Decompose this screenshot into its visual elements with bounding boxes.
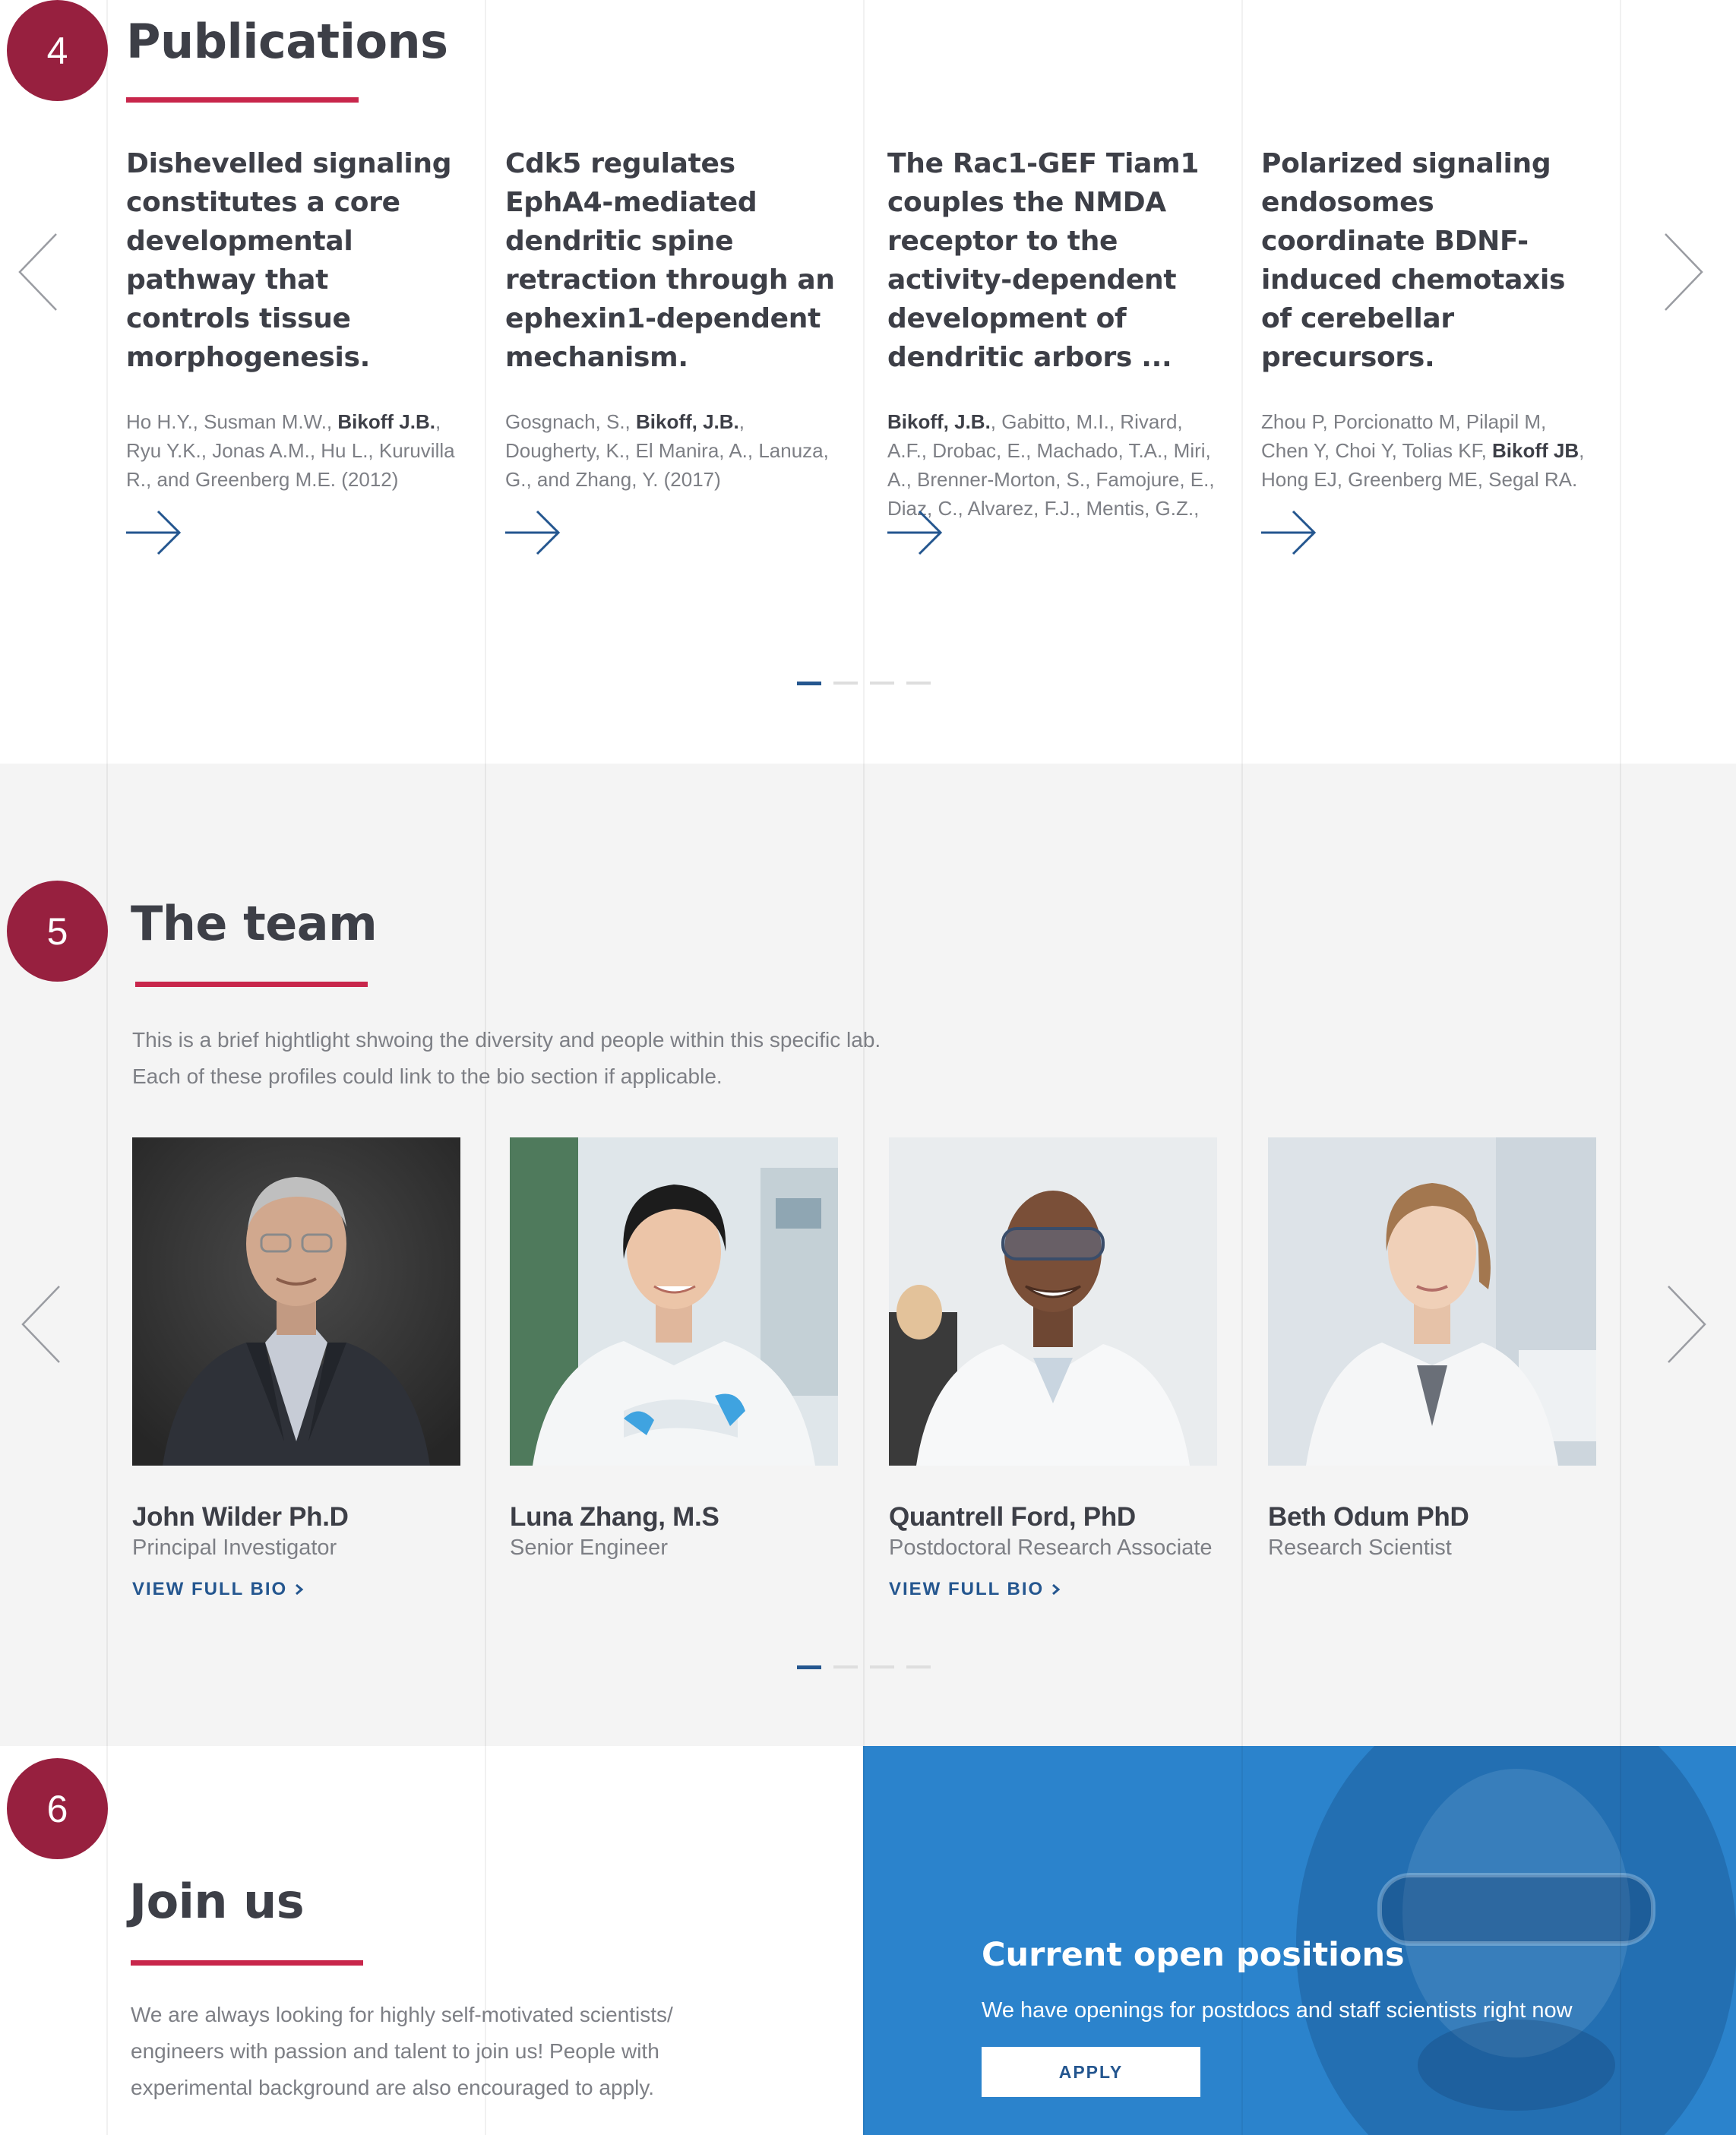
- team-next-arrow[interactable]: [1665, 1285, 1708, 1364]
- publication-read-more[interactable]: [886, 509, 944, 556]
- publication-title[interactable]: Dishevelled signaling constitutes a core…: [126, 144, 460, 377]
- team-member-card[interactable]: Luna Zhang, M.S Senior Engineer: [510, 1137, 838, 1561]
- publication-read-more[interactable]: [125, 509, 182, 556]
- member-role: Postdoctoral Research Associate: [889, 1536, 1213, 1560]
- portrait-image: [1268, 1137, 1596, 1466]
- portrait-image: [132, 1137, 460, 1466]
- member-name: Beth Odum PhD: [1268, 1502, 1469, 1532]
- pagination-dot[interactable]: [870, 1665, 894, 1668]
- chevron-left-icon: [21, 1286, 60, 1363]
- open-positions-title: Current open positions: [982, 1936, 1405, 1974]
- team-title: The team: [131, 896, 378, 951]
- pagination-dot[interactable]: [870, 682, 894, 685]
- chevron-small-right-icon: [295, 1583, 304, 1596]
- arrow-right-icon: [887, 510, 943, 555]
- publications-pagination: [797, 682, 931, 685]
- arrow-right-icon: [505, 510, 561, 555]
- join-description: We are always looking for highly self-mo…: [131, 2003, 673, 2099]
- publication-card[interactable]: Polarized signaling endosomes coordinate…: [1261, 144, 1595, 523]
- member-photo[interactable]: [510, 1137, 838, 1466]
- view-full-bio-link[interactable]: VIEW FULL BIO: [889, 1579, 1061, 1600]
- publication-authors: Ho H.Y., Susman M.W., Bikoff J.B., Ryu Y…: [126, 410, 455, 491]
- pagination-dot[interactable]: [833, 682, 858, 685]
- publication-authors: Bikoff, J.B., Gabitto, M.I., Rivard, A.F…: [887, 410, 1215, 520]
- join-section: 6 Join us We are always looking for high…: [0, 1746, 1736, 2135]
- member-photo[interactable]: [889, 1137, 1217, 1466]
- apply-button[interactable]: APPLY: [982, 2047, 1200, 2097]
- team-underline: [135, 982, 368, 987]
- publication-title[interactable]: Polarized signaling endosomes coordinate…: [1261, 144, 1595, 377]
- team-section: 5 The team This is a brief hightlight sh…: [0, 764, 1736, 1746]
- view-full-bio-link[interactable]: VIEW FULL BIO: [132, 1579, 305, 1600]
- publications-next-arrow[interactable]: [1662, 232, 1705, 312]
- pagination-dot[interactable]: [833, 1665, 858, 1668]
- team-member-card[interactable]: John Wilder Ph.D Principal Investigator …: [132, 1137, 460, 1600]
- step-badge-4: 4: [7, 0, 108, 101]
- chevron-small-right-icon: [1051, 1583, 1061, 1596]
- team-member-card[interactable]: Quantrell Ford, PhD Postdoctoral Researc…: [889, 1137, 1217, 1600]
- pagination-dot[interactable]: [797, 1665, 821, 1669]
- team-pagination: [797, 1665, 931, 1669]
- portrait-image: [889, 1137, 1217, 1466]
- member-name: Quantrell Ford, PhD: [889, 1502, 1136, 1532]
- member-photo[interactable]: [132, 1137, 460, 1466]
- publication-read-more[interactable]: [504, 509, 561, 556]
- pagination-dot[interactable]: [797, 682, 821, 685]
- member-name: Luna Zhang, M.S: [510, 1502, 719, 1532]
- step-badge-5: 5: [7, 881, 108, 982]
- team-intro: This is a brief hightlight shwoing the d…: [132, 1022, 881, 1095]
- join-title: Join us: [129, 1874, 305, 1929]
- publication-card[interactable]: Dishevelled signaling constitutes a core…: [126, 144, 460, 523]
- team-intro-line: This is a brief hightlight shwoing the d…: [132, 1028, 881, 1052]
- member-role: Research Scientist: [1268, 1536, 1452, 1560]
- portrait-image: [510, 1137, 838, 1466]
- step-badge-6: 6: [7, 1758, 108, 1859]
- publication-card[interactable]: Cdk5 regulates EphA4-mediated dendritic …: [505, 144, 840, 523]
- open-positions-panel: Current open positions We have openings …: [863, 1746, 1736, 2135]
- team-member-card[interactable]: Beth Odum PhD Research Scientist: [1268, 1137, 1596, 1561]
- publications-underline: [126, 97, 359, 103]
- publication-authors: Gosgnach, S., Bikoff, J.B., Dougherty, K…: [505, 410, 829, 491]
- team-intro-line: Each of these profiles could link to the…: [132, 1064, 723, 1088]
- publication-authors: Zhou P, Porcionatto M, Pilapil M, Chen Y…: [1261, 410, 1585, 491]
- publication-title[interactable]: The Rac1-GEF Tiam1 couples the NMDA rece…: [887, 144, 1222, 377]
- pagination-dot[interactable]: [906, 682, 931, 685]
- publication-title[interactable]: Cdk5 regulates EphA4-mediated dendritic …: [505, 144, 840, 377]
- member-role: Principal Investigator: [132, 1536, 337, 1560]
- open-positions-subtitle: We have openings for postdocs and staff …: [982, 1998, 1573, 2023]
- publications-title: Publications: [126, 14, 448, 69]
- chevron-right-icon: [1665, 233, 1703, 311]
- publication-card[interactable]: The Rac1-GEF Tiam1 couples the NMDA rece…: [887, 144, 1222, 523]
- chevron-left-icon: [18, 233, 57, 311]
- member-role: Senior Engineer: [510, 1536, 668, 1560]
- join-underline: [131, 1960, 363, 1966]
- chevron-right-icon: [1668, 1286, 1706, 1363]
- publication-read-more[interactable]: [1260, 509, 1317, 556]
- member-photo[interactable]: [1268, 1137, 1596, 1466]
- pagination-dot[interactable]: [906, 1665, 931, 1668]
- publications-section: 4 Publications Dishevelled signaling con…: [0, 0, 1736, 764]
- arrow-right-icon: [1261, 510, 1317, 555]
- team-prev-arrow[interactable]: [20, 1285, 62, 1364]
- member-name: John Wilder Ph.D: [132, 1502, 349, 1532]
- arrow-right-icon: [126, 510, 182, 555]
- publications-prev-arrow[interactable]: [17, 232, 59, 312]
